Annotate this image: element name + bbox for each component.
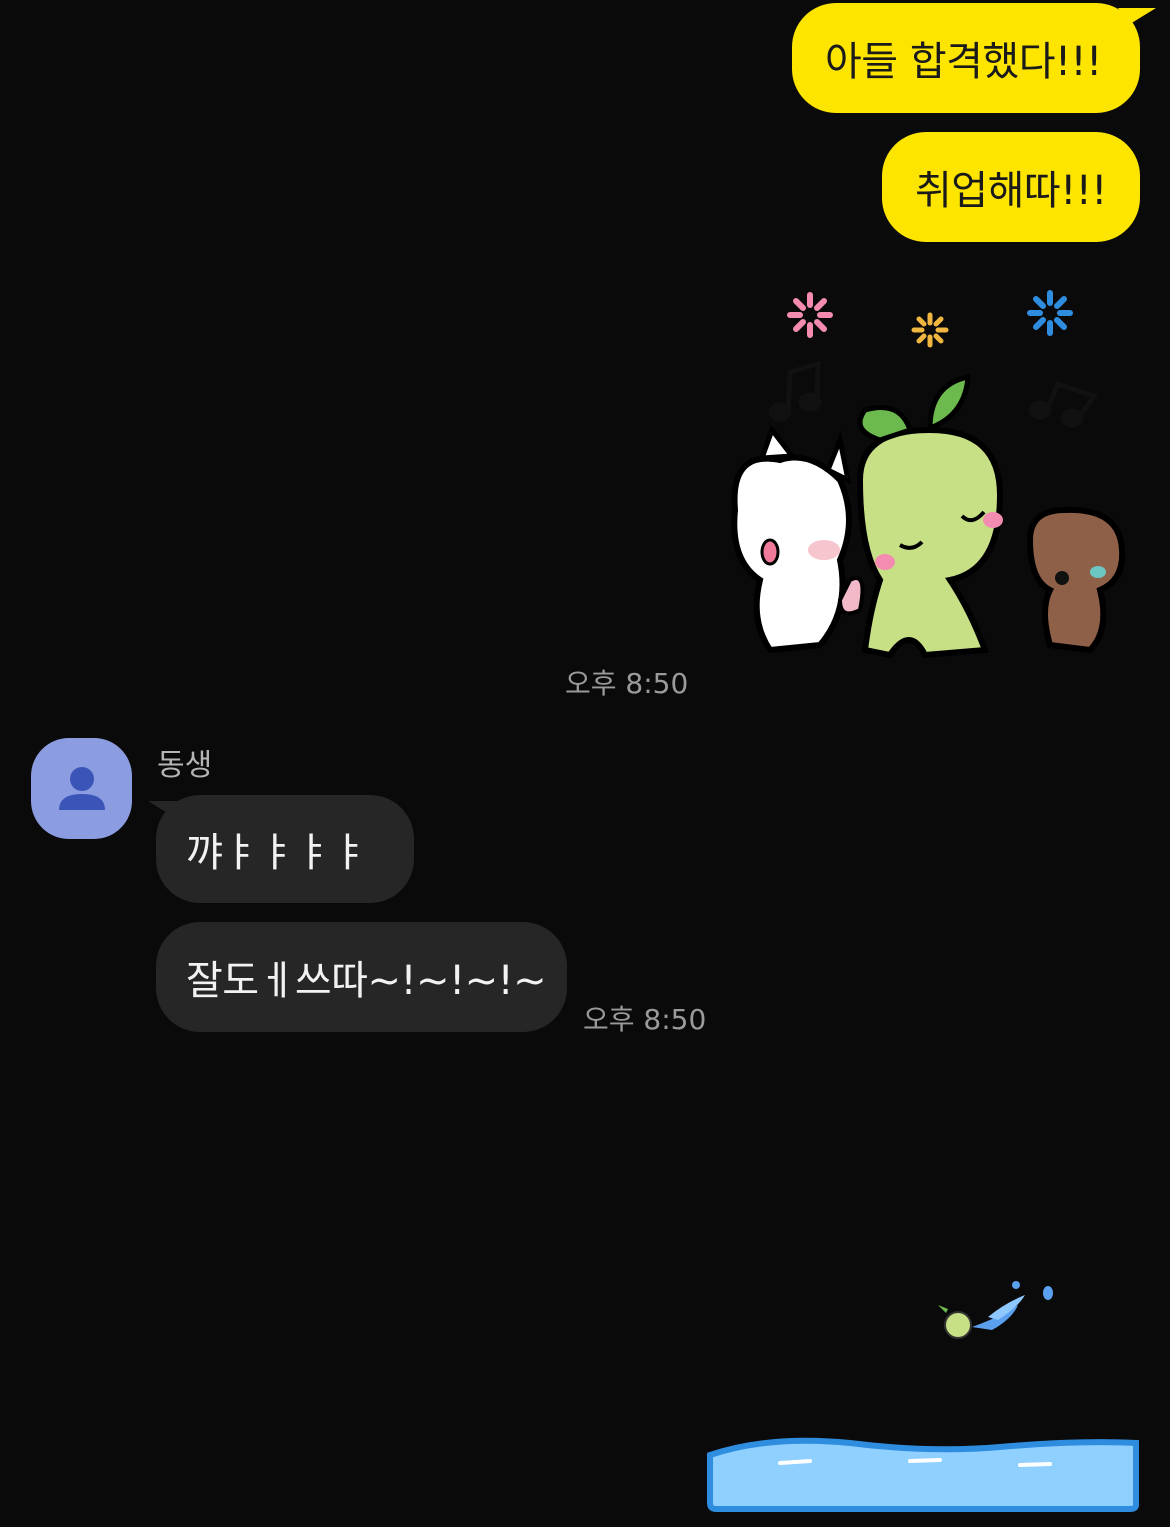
message-timestamp: 오후 8:50 [583,1003,707,1036]
other-message-bubble[interactable]: 잘도ㅔ쓰따~!~!~!~ [156,922,567,1032]
music-note-icon [1028,380,1098,428]
water-wave-icon [707,1437,1139,1512]
firework-yellow-icon [911,312,949,348]
person-icon [58,766,105,810]
dancing-characters-sticker[interactable] [700,280,1140,670]
flying-sprout-icon [938,1281,1053,1339]
my-message-bubble[interactable]: 취업해따!!! [882,132,1140,242]
message-timestamp: 오후 8:50 [565,667,689,700]
splash-sticker[interactable] [700,1275,1150,1520]
brown-deer-character [1026,506,1126,654]
firework-blue-icon [1027,290,1073,336]
my-message-bubble[interactable]: 아들 합격했다!!! [792,3,1140,113]
other-message-bubble[interactable]: 꺄ㅑㅑㅑㅑ [156,795,414,903]
sender-avatar[interactable] [31,738,132,839]
music-note-icon [768,360,822,422]
message-text: 아들 합격했다!!! [825,39,1102,85]
message-text: 취업해따!!! [915,168,1107,214]
bubble-tail [1118,8,1156,24]
sender-name: 동생 [157,748,213,783]
firework-pink-icon [787,292,833,338]
green-sprout-character [856,373,1004,659]
white-cat-character [731,424,865,654]
message-text: 꺄ㅑㅑㅑㅑ [186,830,368,876]
message-text: 잘도ㅔ쓰따~!~!~!~ [186,958,547,1004]
chat-room: 아들 합격했다!!! 취업해따!!! 오후 8:50 동생 꺄ㅑㅑㅑㅑ 잘도ㅔ쓰… [0,0,1170,1527]
